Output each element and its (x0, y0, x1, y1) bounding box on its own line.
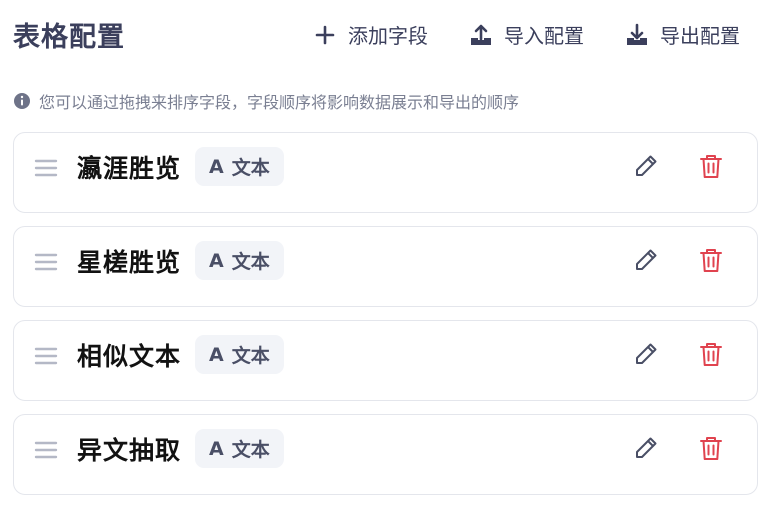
drag-handle-icon[interactable] (34, 344, 58, 368)
pencil-icon[interactable] (631, 339, 661, 369)
field-row[interactable]: 星槎胜览 A 文本 (13, 226, 758, 307)
field-name: 瀛涯胜览 (77, 154, 182, 183)
text-type-icon: A (209, 249, 224, 272)
field-name: 相似文本 (77, 342, 182, 371)
pencil-icon[interactable] (631, 245, 661, 275)
header: 表格配置 添加字段 导入配置 导出配置 (13, 12, 778, 56)
sort-hint-text: 您可以通过拖拽来排序字段，字段顺序将影响数据展示和导出的顺序 (39, 93, 520, 112)
pencil-icon[interactable] (631, 433, 661, 463)
field-name: 异文抽取 (77, 436, 182, 465)
export-config-label: 导出配置 (660, 24, 740, 48)
add-field-label: 添加字段 (348, 24, 428, 48)
trash-icon[interactable] (696, 245, 726, 275)
field-type-label: 文本 (231, 439, 270, 461)
field-type-label: 文本 (231, 157, 270, 179)
field-row[interactable]: 瀛涯胜览 A 文本 (13, 132, 758, 213)
download-icon (624, 22, 650, 48)
trash-icon[interactable] (696, 433, 726, 463)
import-config-button[interactable]: 导入配置 (468, 20, 584, 49)
field-type-label: 文本 (231, 251, 270, 273)
field-type-badge: A 文本 (195, 429, 284, 468)
field-row[interactable]: 相似文本 A 文本 (13, 320, 758, 401)
drag-handle-icon[interactable] (34, 250, 58, 274)
trash-icon[interactable] (696, 339, 726, 369)
add-field-button[interactable]: 添加字段 (312, 20, 428, 49)
field-type-label: 文本 (231, 345, 270, 367)
import-config-label: 导入配置 (504, 24, 584, 48)
sort-hint: 您可以通过拖拽来排序字段，字段顺序将影响数据展示和导出的顺序 (13, 89, 519, 113)
drag-handle-icon[interactable] (34, 156, 58, 180)
field-type-badge: A 文本 (195, 147, 284, 186)
upload-icon (468, 22, 494, 48)
export-config-button[interactable]: 导出配置 (624, 20, 740, 49)
field-type-badge: A 文本 (195, 335, 284, 374)
field-row[interactable]: 异文抽取 A 文本 (13, 414, 758, 495)
drag-handle-icon[interactable] (34, 438, 58, 462)
field-name: 星槎胜览 (77, 248, 182, 277)
plus-icon (312, 22, 338, 48)
page-title: 表格配置 (13, 22, 125, 53)
field-type-badge: A 文本 (195, 241, 284, 280)
toolbar: 添加字段 导入配置 导出配置 (312, 20, 740, 49)
text-type-icon: A (209, 343, 224, 366)
info-icon (13, 92, 31, 110)
field-list: 瀛涯胜览 A 文本 星槎胜览 A 文本 相似文本 A 文本 异文抽取 A 文本 (13, 132, 758, 508)
text-type-icon: A (209, 437, 224, 460)
trash-icon[interactable] (696, 151, 726, 181)
pencil-icon[interactable] (631, 151, 661, 181)
text-type-icon: A (209, 155, 224, 178)
